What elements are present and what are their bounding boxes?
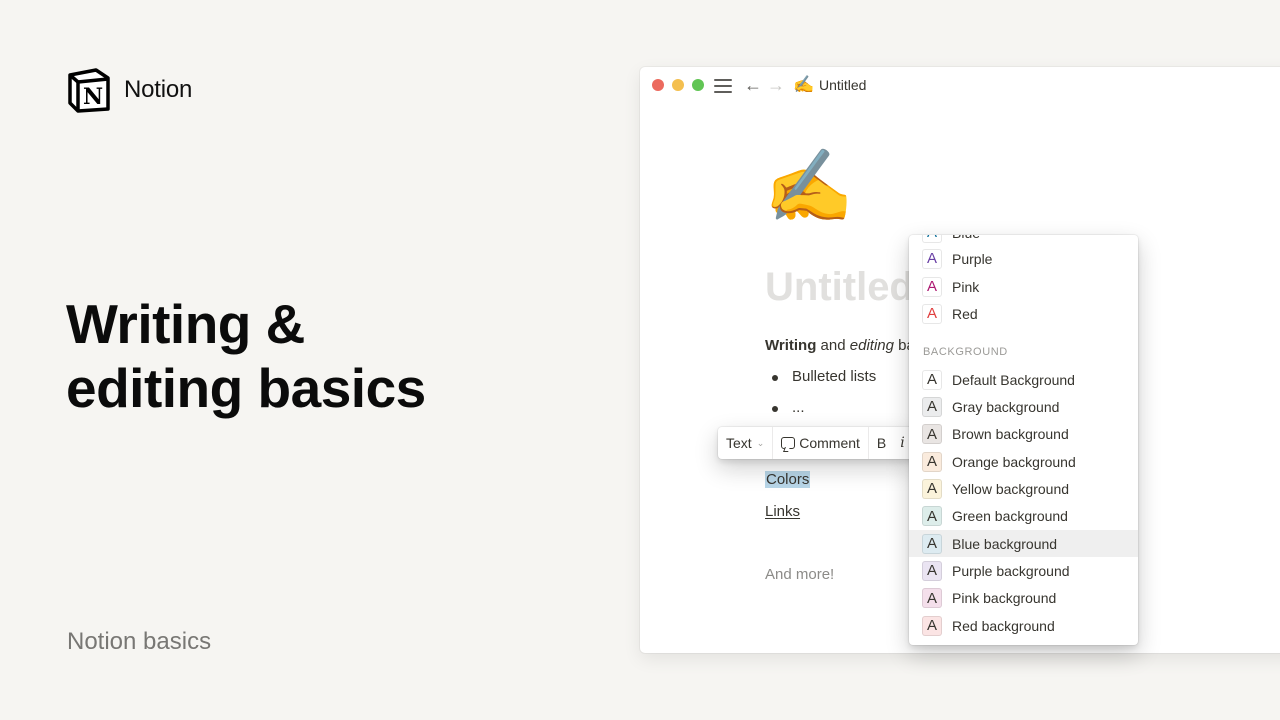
menu-item-label: Red background (952, 617, 1055, 634)
brand: N Notion (66, 67, 192, 113)
menu-item-label: Pink (952, 278, 980, 295)
and-more-text[interactable]: And more! (765, 566, 834, 583)
bullet-dot-icon (772, 406, 778, 412)
swatch-icon: A (922, 615, 942, 636)
forward-arrow-icon[interactable]: → (767, 75, 785, 95)
headline-line-1: Writing & (66, 293, 305, 355)
menu-item-label: Blue (952, 235, 980, 241)
menu-item-label: Blue background (952, 535, 1058, 552)
page-icon-writing-hand[interactable]: ✍️ (764, 147, 854, 227)
bold-text: Writing (765, 337, 817, 354)
bullet-text: Bulleted lists (792, 368, 877, 385)
background-option[interactable]: A Purple background (909, 557, 1138, 584)
page-title-placeholder[interactable]: Untitled (765, 265, 914, 310)
italic-button[interactable]: i (900, 435, 904, 451)
turn-into-dropdown[interactable]: Text ⌄ (718, 427, 774, 459)
close-window-button[interactable] (652, 79, 664, 91)
background-option[interactable]: A Gray background (909, 393, 1138, 420)
menu-item-label: Pink background (952, 590, 1057, 607)
swatch-icon: A (922, 235, 942, 243)
breadcrumb-page-title[interactable]: Untitled (819, 77, 866, 93)
text-color-purple[interactable]: A Purple (909, 245, 1138, 272)
chevron-down-icon: ⌄ (756, 437, 765, 448)
background-section-label: BACKGROUND (923, 346, 1008, 358)
swatch-icon: A (922, 451, 942, 472)
swatch-icon: A (922, 560, 942, 581)
swatch-icon: A (922, 533, 942, 554)
swatch-icon: A (922, 478, 942, 499)
maximize-window-button[interactable] (692, 79, 704, 91)
titlebar: ← → ✍️ Untitled (640, 67, 1280, 105)
format-buttons: B i (869, 427, 913, 459)
comment-label: Comment (799, 435, 860, 451)
text-color-pink[interactable]: A Pink (909, 273, 1138, 300)
svg-text:N: N (83, 84, 103, 110)
menu-item-label: Green background (952, 508, 1068, 525)
bullet-text: ... (792, 399, 805, 416)
swatch-icon: A (922, 249, 942, 269)
hamburger-menu-icon[interactable] (714, 79, 732, 93)
menu-item-label: Purple background (952, 562, 1070, 579)
swatch-icon: A (922, 424, 942, 445)
links-text[interactable]: Links (765, 503, 800, 520)
intro-paragraph[interactable]: Writing and editing ba (765, 337, 915, 354)
comment-icon (781, 437, 796, 449)
menu-item-label: Red (952, 305, 978, 322)
menu-item-label: Brown background (952, 426, 1069, 443)
background-option[interactable]: A Orange background (909, 448, 1138, 475)
menu-item-label: Orange background (952, 453, 1076, 470)
color-menu: A Blue A Purple A Pink A Red BACKGROUND … (909, 235, 1138, 645)
swatch-icon: A (922, 277, 942, 297)
notion-logo-icon: N (66, 67, 112, 113)
swatch-icon: A (922, 588, 942, 609)
swatch-icon: A (922, 506, 942, 527)
menu-item-label: Gray background (952, 398, 1060, 415)
bullet-dot-icon (772, 375, 778, 381)
background-option[interactable]: A Brown background (909, 421, 1138, 448)
inline-format-toolbar: Text ⌄ Comment B i (718, 427, 918, 459)
text-color-red[interactable]: A Red (909, 300, 1138, 327)
minimize-window-button[interactable] (672, 79, 684, 91)
page-emoji-icon: ✍️ (793, 75, 815, 94)
comment-button[interactable]: Comment (773, 427, 869, 459)
italic-text: editing (849, 337, 894, 354)
background-option[interactable]: A Yellow background (909, 475, 1138, 502)
background-option[interactable]: A Green background (909, 503, 1138, 530)
swatch-icon: A (922, 304, 942, 324)
background-option[interactable]: A Red background (909, 612, 1138, 639)
headline: Writing & editing basics (66, 292, 486, 420)
swatch-icon: A (922, 369, 942, 390)
background-option[interactable]: A Blue background (909, 530, 1138, 558)
menu-item-label: Purple (952, 250, 993, 267)
background-option[interactable]: A Pink background (909, 585, 1138, 612)
bold-button[interactable]: B (877, 435, 886, 451)
brand-name: Notion (124, 76, 193, 103)
headline-line-2: editing basics (66, 357, 426, 419)
background-option[interactable]: A Default Background (909, 366, 1138, 393)
back-arrow-icon[interactable]: ← (744, 75, 762, 95)
plain-text: and (816, 337, 850, 354)
turn-into-label: Text (726, 435, 752, 451)
menu-item-label: Yellow background (952, 480, 1070, 497)
swatch-icon: A (922, 396, 942, 417)
selected-colors-text[interactable]: Colors (765, 471, 811, 488)
series-subtitle: Notion basics (67, 628, 212, 655)
menu-item-label: Default Background (952, 371, 1075, 388)
